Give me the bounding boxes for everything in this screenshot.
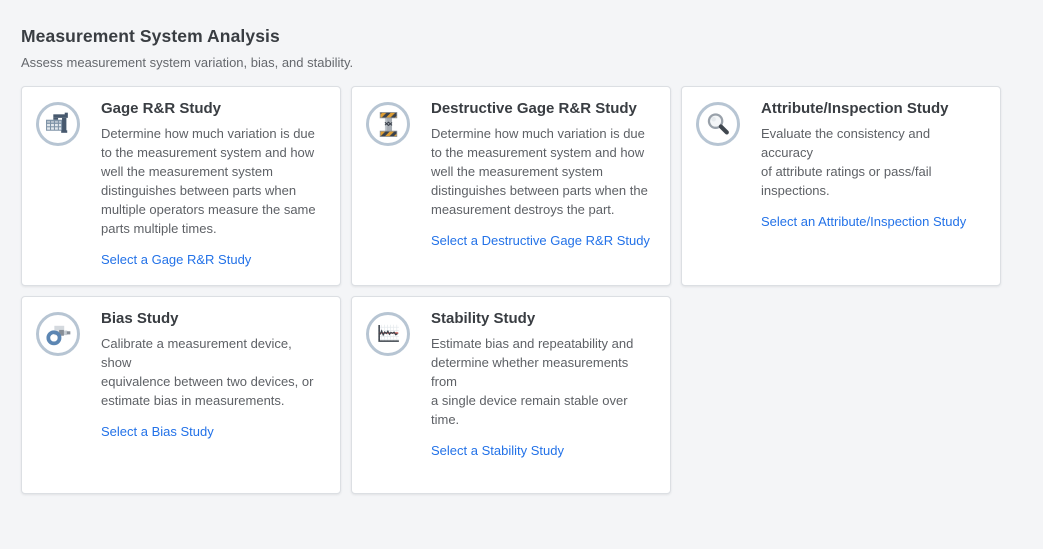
card-destructive-gage-rr-study: Destructive Gage R&R Study Determine how…	[351, 86, 671, 286]
page-subtitle: Assess measurement system variation, bia…	[21, 55, 1001, 70]
card-description: Evaluate the consistency and accuracy of…	[761, 124, 984, 200]
card-stability-study: Stability Study Estimate bias and repeat…	[351, 296, 671, 494]
magnifier-icon	[696, 102, 740, 146]
card-description: Calibrate a measurement device, show equ…	[101, 334, 324, 410]
card-title: Bias Study	[101, 310, 324, 327]
card-attribute-inspection-study: Attribute/Inspection Study Evaluate the …	[681, 86, 1001, 286]
select-stability-study-link[interactable]: Select a Stability Study	[431, 443, 564, 458]
card-title: Gage R&R Study	[101, 100, 324, 117]
select-bias-study-link[interactable]: Select a Bias Study	[101, 424, 214, 439]
card-title: Stability Study	[431, 310, 654, 327]
card-description: Estimate bias and repeatability and dete…	[431, 334, 654, 429]
card-bias-study: Bias Study Calibrate a measurement devic…	[21, 296, 341, 494]
card-title: Attribute/Inspection Study	[761, 100, 984, 117]
caliper-worksheet-icon	[36, 102, 80, 146]
card-description: Determine how much variation is due to t…	[431, 124, 654, 219]
micrometer-icon	[36, 312, 80, 356]
page-title: Measurement System Analysis	[21, 26, 1001, 47]
msa-page: Measurement System Analysis Assess measu…	[21, 26, 1001, 494]
select-destructive-gage-rr-study-link[interactable]: Select a Destructive Gage R&R Study	[431, 233, 650, 248]
select-gage-rr-study-link[interactable]: Select a Gage R&R Study	[101, 252, 251, 267]
control-chart-icon	[366, 312, 410, 356]
card-title: Destructive Gage R&R Study	[431, 100, 654, 117]
card-description: Determine how much variation is due to t…	[101, 124, 324, 238]
select-attribute-inspection-study-link[interactable]: Select an Attribute/Inspection Study	[761, 214, 966, 229]
destructive-specimen-icon	[366, 102, 410, 146]
card-gage-rr-study: Gage R&R Study Determine how much variat…	[21, 86, 341, 286]
study-cards-grid: Gage R&R Study Determine how much variat…	[21, 86, 1001, 494]
